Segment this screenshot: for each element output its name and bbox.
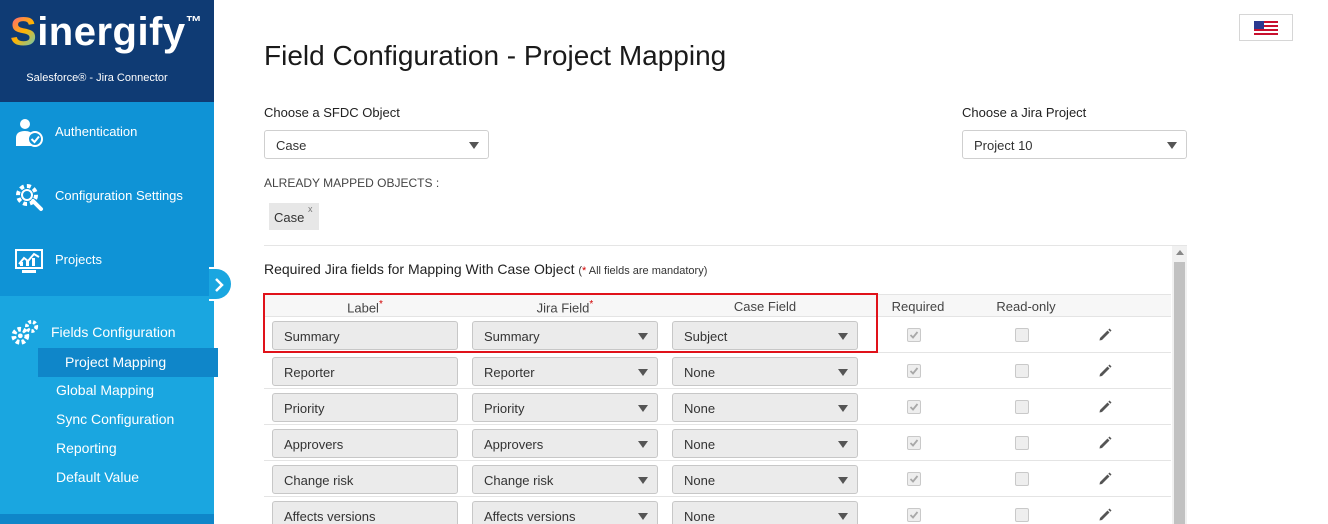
highlight-box (263, 293, 878, 353)
case-field-select[interactable]: None (672, 501, 858, 524)
pencil-edit-icon[interactable] (1097, 507, 1113, 523)
caret-down-icon (838, 477, 848, 484)
read-only-checkbox[interactable] (1015, 400, 1029, 414)
read-only-checkbox[interactable] (1015, 472, 1029, 486)
us-flag-icon (1254, 21, 1278, 35)
pencil-edit-icon[interactable] (1097, 435, 1113, 451)
pencil-edit-icon[interactable] (1097, 363, 1113, 379)
panel-title: Required Jira fields for Mapping With Ca… (264, 261, 708, 277)
caret-down-icon (838, 441, 848, 448)
case-field-select[interactable]: None (672, 429, 858, 458)
label-input[interactable]: Reporter (272, 357, 458, 386)
monitor-chart-icon (15, 249, 43, 273)
scroll-up-arrow-icon[interactable] (1176, 250, 1184, 255)
brand-header: Sinergify™ Salesforce® - Jira Connector (0, 0, 214, 102)
table-row: Affects versions Affects versions None (264, 497, 1171, 524)
caret-down-icon (638, 405, 648, 412)
required-checkbox[interactable] (907, 364, 921, 378)
required-checkbox[interactable] (907, 328, 921, 342)
label-input[interactable]: Priority (272, 393, 458, 422)
required-checkbox[interactable] (907, 508, 921, 522)
table-row: Change risk Change risk None (264, 461, 1171, 497)
jira-field-select[interactable]: Change risk (472, 465, 658, 494)
sidebar-subitem-global-mapping[interactable]: Global Mapping (56, 382, 154, 398)
page-title: Field Configuration - Project Mapping (264, 40, 727, 71)
label-input[interactable]: Approvers (272, 429, 458, 458)
brand-logo: Sinergify™ (10, 10, 203, 54)
read-only-checkbox[interactable] (1015, 364, 1029, 378)
sidebar-subitem-sync-configuration[interactable]: Sync Configuration (56, 411, 174, 427)
language-button[interactable] (1239, 14, 1293, 41)
caret-down-icon (638, 477, 648, 484)
caret-down-icon (469, 142, 479, 149)
caret-down-icon (838, 513, 848, 520)
pencil-edit-icon[interactable] (1097, 471, 1113, 487)
required-checkbox[interactable] (907, 436, 921, 450)
sidebar-item-label: Projects (55, 252, 102, 267)
jira-project-label: Choose a Jira Project (962, 105, 1087, 120)
sidebar: Sinergify™ Salesforce® - Jira Connector … (0, 0, 218, 524)
sidebar-item-label: Fields Configuration (51, 324, 176, 340)
caret-down-icon (1167, 142, 1177, 149)
sidebar-item-fields-configuration[interactable]: Fields Configuration (0, 296, 214, 524)
gear-search-icon (16, 184, 43, 211)
sidebar-item-configuration-settings[interactable]: Configuration Settings (0, 166, 214, 230)
already-mapped-title: ALREADY MAPPED OBJECTS : (264, 176, 440, 190)
header-required: Required (891, 299, 945, 314)
gears-icon (11, 319, 39, 345)
sidebar-item-label: Configuration Settings (55, 188, 183, 203)
caret-down-icon (638, 441, 648, 448)
table-row: Approvers Approvers None (264, 425, 1171, 461)
sidebar-item-authentication[interactable]: Authentication (0, 102, 214, 166)
pencil-edit-icon[interactable] (1097, 399, 1113, 415)
caret-down-icon (838, 369, 848, 376)
remove-chip-icon[interactable]: x (308, 204, 313, 214)
sidebar-footer-bar (0, 514, 214, 524)
sidebar-item-projects[interactable]: Projects (0, 230, 214, 296)
jira-field-select[interactable]: Affects versions (472, 501, 658, 524)
pencil-edit-icon[interactable] (1097, 327, 1113, 343)
sidebar-collapse-button[interactable] (209, 267, 233, 301)
sfdc-object-label: Choose a SFDC Object (264, 105, 400, 120)
jira-field-select[interactable]: Approvers (472, 429, 658, 458)
case-field-select[interactable]: None (672, 357, 858, 386)
label-input[interactable]: Change risk (272, 465, 458, 494)
sidebar-subitem-reporting[interactable]: Reporting (56, 440, 117, 456)
jira-field-select[interactable]: Reporter (472, 357, 658, 386)
jira-project-select[interactable]: Project 10 (962, 130, 1187, 159)
user-check-icon (16, 119, 43, 147)
sidebar-subitem-project-mapping[interactable]: Project Mapping (38, 348, 218, 377)
sidebar-item-label: Authentication (55, 124, 138, 139)
mandatory-note: (* All fields are mandatory) (578, 265, 708, 277)
caret-down-icon (838, 405, 848, 412)
read-only-checkbox[interactable] (1015, 328, 1029, 342)
label-input[interactable]: Affects versions (272, 501, 458, 524)
case-field-select[interactable]: None (672, 393, 858, 422)
chevron-right-icon (215, 278, 224, 292)
required-checkbox[interactable] (907, 472, 921, 486)
case-field-select[interactable]: None (672, 465, 858, 494)
caret-down-icon (638, 513, 648, 520)
scrollbar-thumb[interactable] (1174, 262, 1185, 524)
sidebar-subitem-default-value[interactable]: Default Value (56, 469, 139, 485)
caret-down-icon (638, 369, 648, 376)
jira-field-select[interactable]: Priority (472, 393, 658, 422)
required-checkbox[interactable] (907, 400, 921, 414)
read-only-checkbox[interactable] (1015, 436, 1029, 450)
table-row: Reporter Reporter None (264, 353, 1171, 389)
table-row: Priority Priority None (264, 389, 1171, 425)
header-read-only: Read-only (996, 299, 1056, 314)
brand-subtitle: Salesforce® - Jira Connector (26, 72, 168, 84)
read-only-checkbox[interactable] (1015, 508, 1029, 522)
mapped-object-chip[interactable]: Case x (269, 203, 319, 230)
sfdc-object-select[interactable]: Case (264, 130, 489, 159)
